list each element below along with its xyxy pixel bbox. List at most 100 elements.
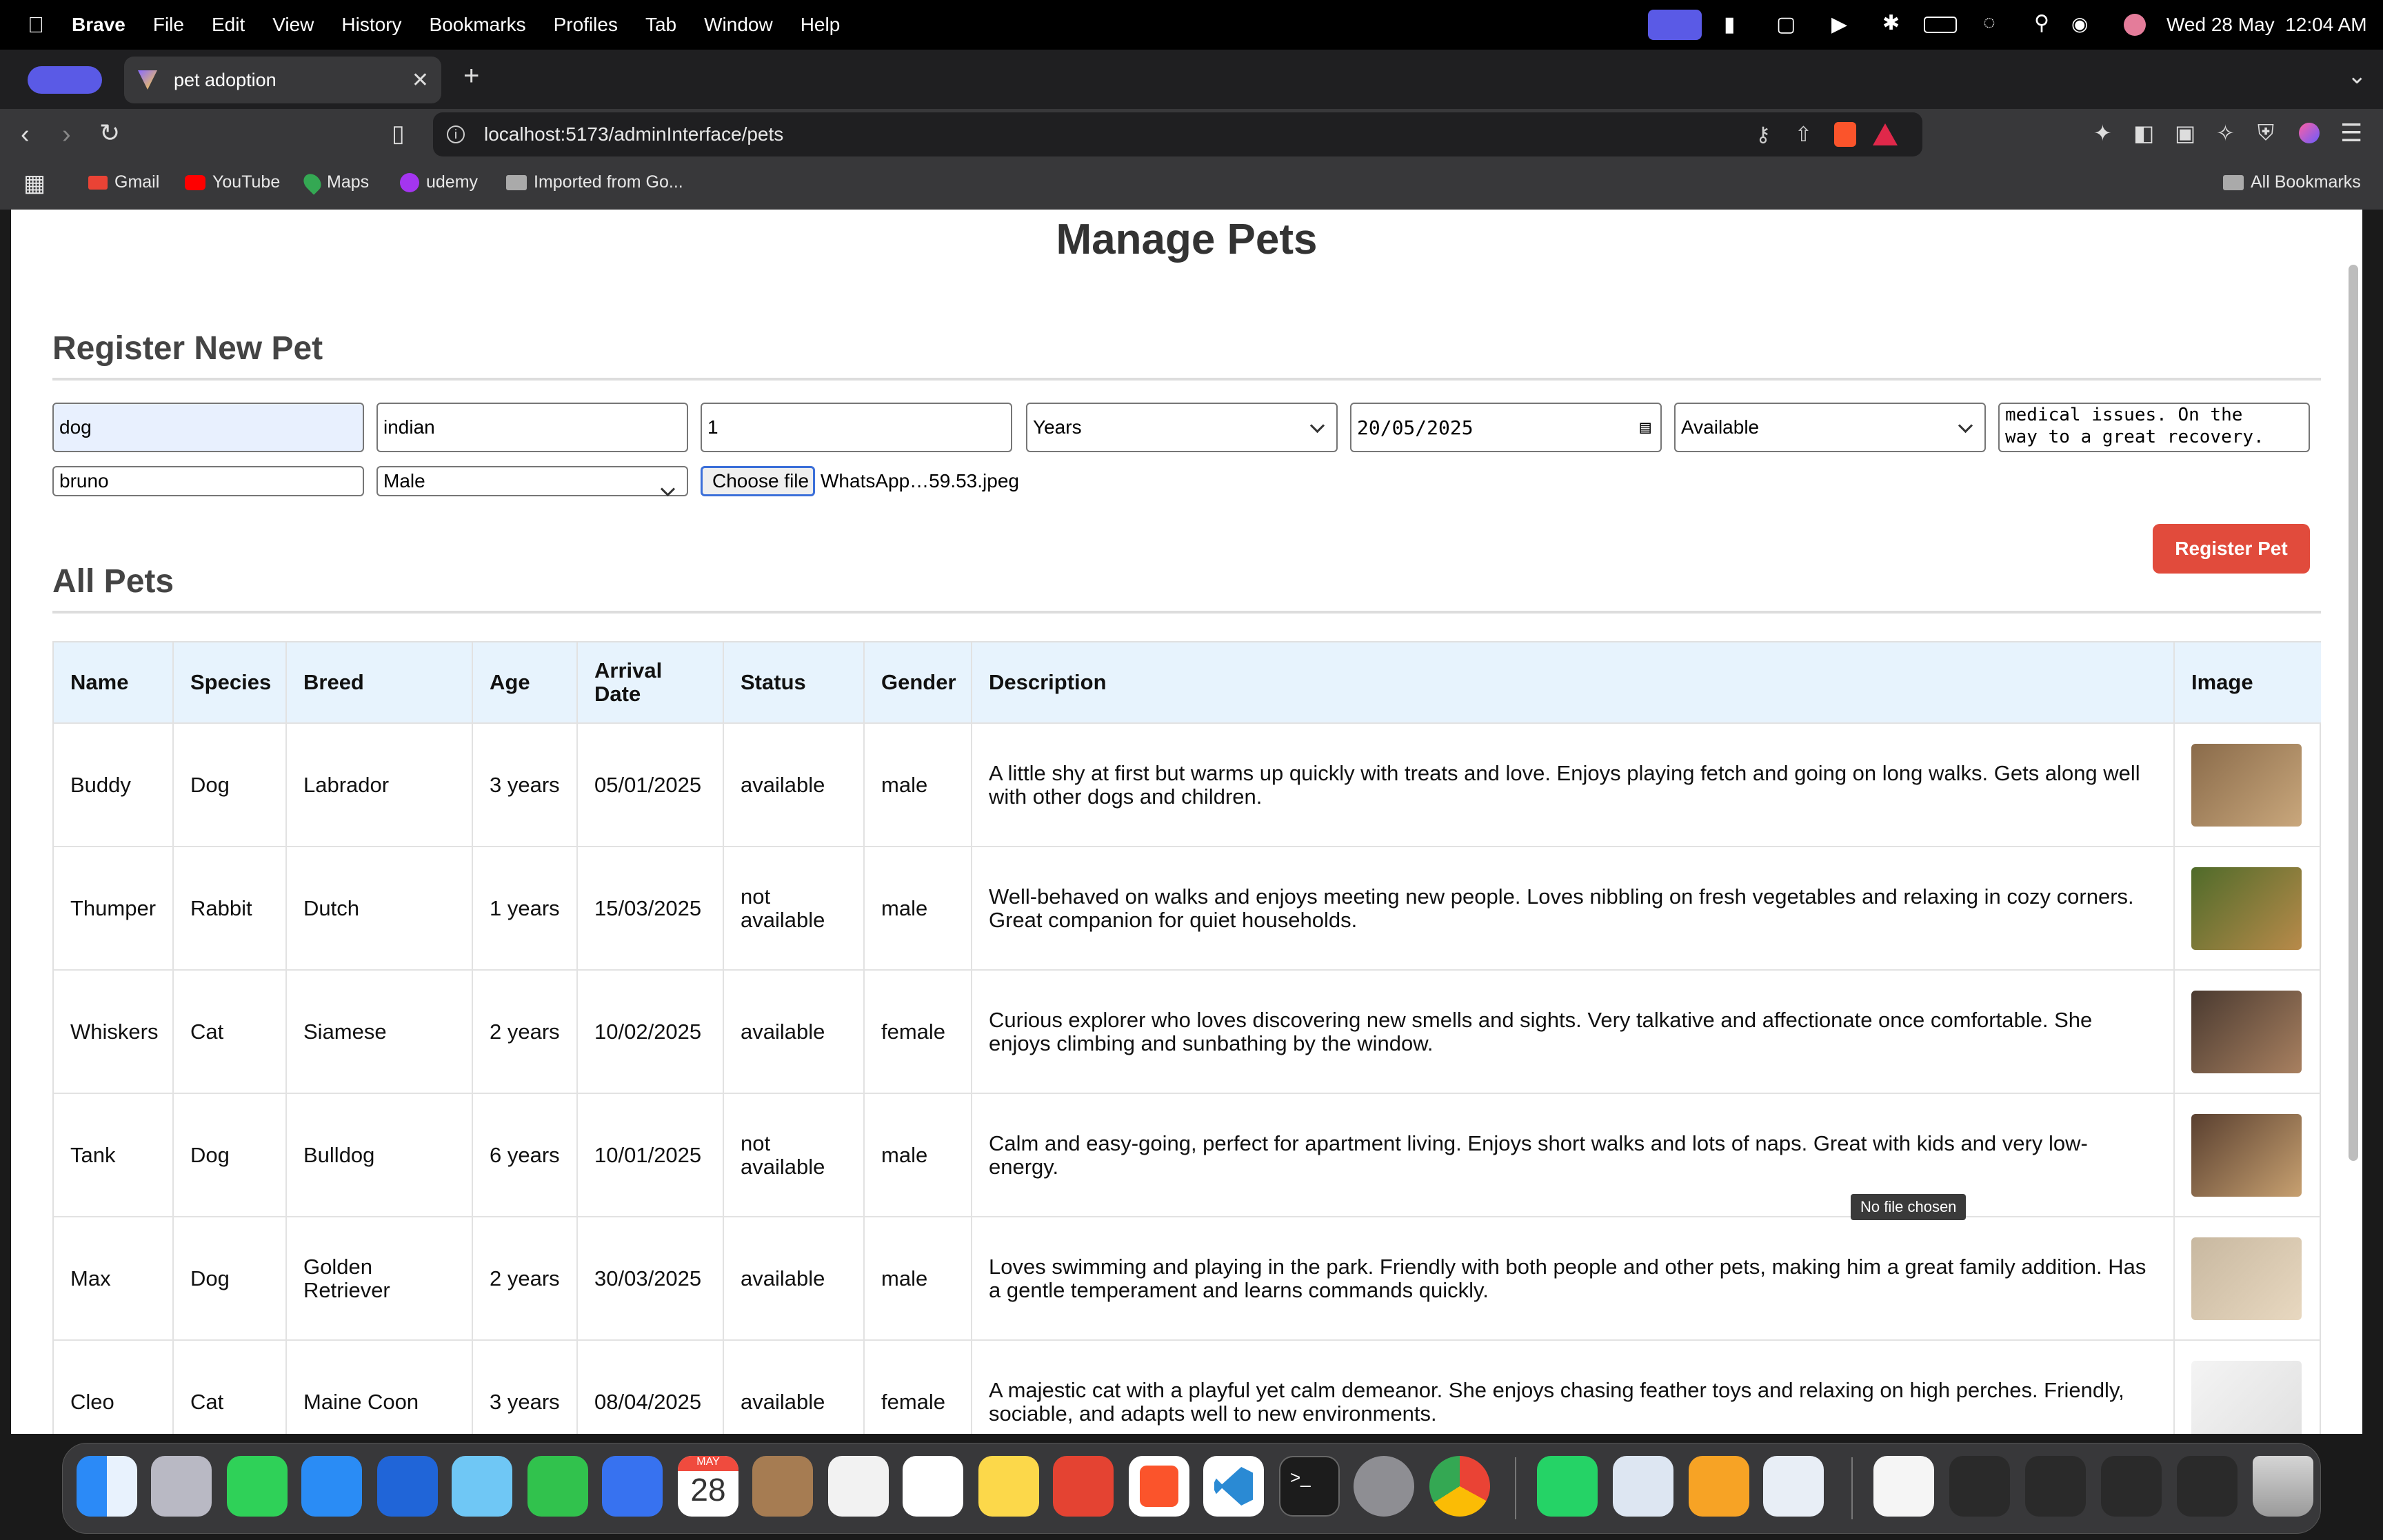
minimized-window-icon[interactable]	[1949, 1456, 2010, 1517]
calendar-icon[interactable]: ▤	[1640, 417, 1651, 438]
wallet-icon[interactable]: ▣	[2175, 120, 2195, 146]
bookmark-maps[interactable]: Maps	[300, 170, 369, 195]
screens-icon[interactable]	[377, 1456, 438, 1517]
age-unit-select[interactable]: Years	[1026, 403, 1338, 452]
trash-icon[interactable]	[2253, 1456, 2313, 1517]
minimized-window-icon[interactable]	[2101, 1456, 2162, 1517]
mail-icon[interactable]	[301, 1456, 362, 1517]
cell-species: Cat	[174, 1341, 287, 1434]
menu-history[interactable]: History	[341, 14, 401, 36]
facetime-icon[interactable]	[527, 1456, 588, 1517]
page-scrollbar[interactable]	[2349, 265, 2358, 1161]
bookmark-all-bookmarks[interactable]: All Bookmarks	[2223, 172, 2361, 192]
menu-file[interactable]: File	[153, 14, 184, 36]
cell-arrival: 08/04/2025	[578, 1341, 724, 1434]
status-select[interactable]: Available	[1674, 403, 1986, 452]
new-tab-icon[interactable]: +	[463, 61, 479, 92]
recent-document-icon[interactable]	[1873, 1456, 1934, 1517]
arrival-date-input[interactable]: 20/05/2025 ▤	[1350, 403, 1662, 452]
breed-input[interactable]: indian	[376, 403, 688, 452]
screen-share-icon[interactable]	[1648, 10, 1702, 40]
bookmark-page-icon[interactable]: ▯	[392, 120, 405, 148]
minimized-window-icon[interactable]	[2177, 1456, 2238, 1517]
calendar-icon[interactable]: MAY 28	[678, 1456, 738, 1517]
password-key-icon[interactable]: ⚷	[1756, 123, 1771, 147]
bookmark-status-icon[interactable]: ▮	[1724, 12, 1736, 37]
cell-age: 3 years	[473, 1341, 578, 1434]
minimized-window-icon[interactable]	[2025, 1456, 2086, 1517]
menubar-clock[interactable]: Wed 28 May 12:04 AM	[2166, 14, 2367, 36]
notes-icon[interactable]	[978, 1456, 1039, 1517]
xcode-icon[interactable]	[602, 1456, 663, 1517]
whatsapp-icon[interactable]	[1537, 1456, 1598, 1517]
brave-shields-icon[interactable]	[1834, 122, 1856, 147]
menu-help[interactable]: Help	[801, 14, 841, 36]
menu-app-name[interactable]: Brave	[72, 14, 125, 36]
extensions-icon[interactable]: ✦	[2093, 120, 2112, 146]
leo-ai-icon[interactable]: ✧	[2216, 120, 2235, 146]
todoist-icon[interactable]	[1053, 1456, 1114, 1517]
tab-pet-adoption[interactable]: pet adoption ✕	[124, 57, 441, 103]
system-settings-icon[interactable]	[1354, 1456, 1414, 1517]
profile-avatar-icon[interactable]	[2124, 14, 2146, 36]
back-icon[interactable]: ‹	[21, 120, 30, 150]
forward-icon[interactable]: ›	[62, 120, 71, 150]
sidebar-icon[interactable]: ◧	[2133, 120, 2154, 146]
menu-tab[interactable]: Tab	[645, 14, 676, 36]
apple-icon[interactable]: 	[28, 12, 44, 38]
bookmark-gmail[interactable]: Gmail	[88, 172, 159, 192]
chrome-icon[interactable]	[1429, 1456, 1490, 1517]
contacts-icon[interactable]	[752, 1456, 813, 1517]
species-input[interactable]: dog	[52, 403, 364, 452]
age-input[interactable]: 1	[701, 403, 1012, 452]
cell-species: Dog	[174, 1094, 287, 1216]
bookmark-imported-folder[interactable]: Imported from Go...	[506, 172, 683, 192]
bookmark-udemy[interactable]: udemy	[400, 172, 478, 192]
menu-edit[interactable]: Edit	[212, 14, 245, 36]
tab-close-icon[interactable]: ✕	[412, 68, 429, 92]
url-text[interactable]: localhost:5173/adminInterface/pets	[484, 123, 783, 145]
apps-grid-icon[interactable]: ▦	[23, 170, 46, 197]
cell-name: Whiskers	[54, 971, 174, 1093]
bluetooth-icon[interactable]: ✱	[1882, 11, 1900, 35]
tab-list-chevron-icon[interactable]: ⌄	[2347, 62, 2367, 90]
brave-dock-icon[interactable]	[1129, 1456, 1189, 1517]
pages-icon[interactable]	[1689, 1456, 1749, 1517]
launchpad-icon[interactable]	[151, 1456, 212, 1517]
address-bar[interactable]: i localhost:5173/adminInterface/pets ⚷ ⇧	[433, 112, 1922, 156]
menu-profiles[interactable]: Profiles	[554, 14, 618, 36]
messages-icon[interactable]	[227, 1456, 288, 1517]
window-status-icon[interactable]: ▢	[1776, 12, 1796, 37]
control-center-icon[interactable]: ◉	[2071, 12, 2088, 35]
reload-icon[interactable]: ↻	[99, 119, 120, 148]
play-status-icon[interactable]: ▶	[1831, 12, 1847, 37]
page-content: Manage Pets Register New Pet dog indian …	[11, 210, 2362, 1434]
preview-icon[interactable]	[1613, 1456, 1673, 1517]
battery-icon[interactable]	[1924, 17, 1957, 33]
description-textarea[interactable]: medical issues. On the way to a great re…	[1998, 403, 2310, 452]
maps-dock-icon[interactable]	[452, 1456, 512, 1517]
finder-icon[interactable]	[77, 1456, 137, 1517]
share-icon[interactable]: ⇧	[1795, 123, 1812, 147]
wifi-icon[interactable]: ◌	[1983, 11, 1995, 34]
menu-view[interactable]: View	[272, 14, 314, 36]
bookmark-youtube[interactable]: YouTube	[185, 172, 280, 192]
terminal-icon[interactable]: >_	[1279, 1456, 1340, 1517]
site-info-icon[interactable]: i	[447, 125, 465, 143]
postgres-icon[interactable]	[1763, 1456, 1824, 1517]
vscode-icon[interactable]	[1203, 1456, 1264, 1517]
choose-file-button[interactable]: Choose file	[701, 466, 815, 496]
menu-icon[interactable]: ☰	[2340, 119, 2362, 148]
spotlight-icon[interactable]: ⚲	[2034, 11, 2049, 35]
vpn-icon[interactable]: ⛨	[2258, 120, 2274, 146]
register-pet-button[interactable]: Register Pet	[2153, 524, 2310, 574]
textedit-icon[interactable]	[828, 1456, 889, 1517]
gender-select[interactable]: Male	[376, 466, 688, 496]
menu-window[interactable]: Window	[704, 14, 773, 36]
sidebar-toggle-icon[interactable]	[28, 66, 102, 94]
reminders-icon[interactable]	[903, 1456, 963, 1517]
menu-bookmarks[interactable]: Bookmarks	[430, 14, 526, 36]
brave-rewards-icon[interactable]	[1873, 123, 1898, 145]
name-input[interactable]: bruno	[52, 466, 364, 496]
profile-icon[interactable]	[2299, 123, 2320, 143]
